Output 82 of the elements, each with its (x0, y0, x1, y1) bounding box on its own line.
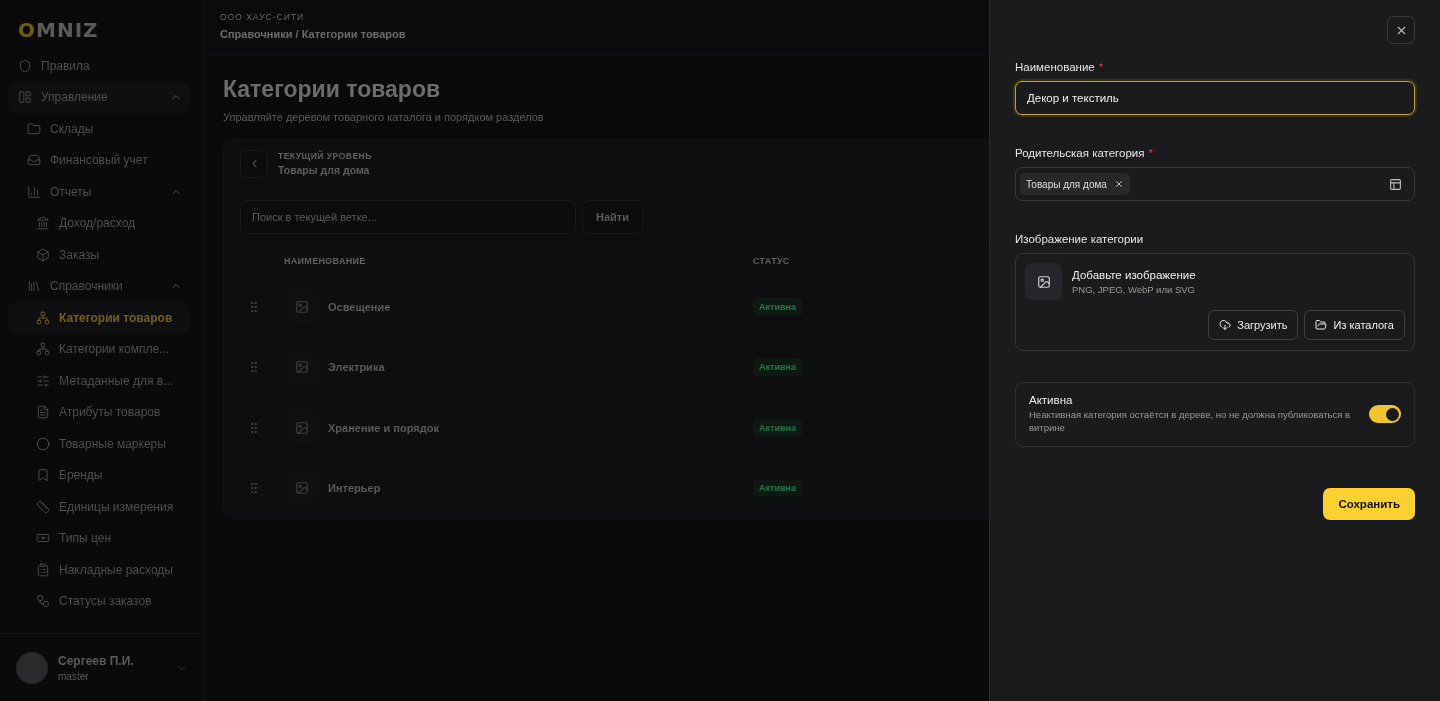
sidebar-item[interactable]: Накладные расходы (8, 554, 190, 586)
field-label: Изображение категории (1015, 233, 1145, 245)
sidebar-item[interactable]: Справочники (8, 270, 190, 302)
field-label: Родительская категория * (1015, 147, 1154, 159)
sidebar-item[interactable]: Метаданные для в... (8, 365, 190, 397)
status-badge: Активна (753, 358, 802, 377)
sliders-icon (36, 373, 50, 388)
save-button[interactable]: Сохранить (1323, 487, 1415, 520)
level-label: ТЕКУЩИЙ УРОВЕНЬ (278, 151, 372, 161)
sidebar-item[interactable]: Финансовый учет (8, 144, 190, 176)
inbox-icon (27, 153, 41, 168)
image-icon (294, 299, 309, 314)
box-icon (36, 247, 50, 262)
status-badge: Активна (753, 479, 802, 498)
image-icon (1036, 274, 1051, 289)
breadcrumb: Справочники / Категории товаров (220, 28, 406, 40)
category-name: Хранение и порядок (328, 421, 439, 434)
category-name: Электрика (328, 361, 385, 374)
column-header: НАИМЕНОВАНИЕ (284, 256, 366, 266)
user-name: Сергеев П.И. (58, 653, 135, 668)
parent-category-field[interactable]: Товары для дома (1015, 167, 1415, 201)
find-button[interactable]: Найти (582, 200, 643, 234)
bookmark-icon (36, 468, 50, 483)
sidebar-item[interactable]: Заказы (8, 239, 190, 271)
page-title: Категории товаров (223, 76, 441, 103)
setting-description: Неактивная категория остаётся в дереве, но не должна публиковаться в витрине (1029, 409, 1352, 435)
folder-icon (27, 121, 41, 136)
document-icon (36, 405, 50, 420)
workflow-icon (36, 594, 50, 609)
user-role: master (58, 670, 90, 682)
sidebar-item[interactable]: Типы цен (8, 522, 190, 554)
books-icon (27, 279, 41, 294)
remove-icon[interactable] (1113, 179, 1124, 189)
status-badge: Активна (753, 297, 802, 316)
category-name: Интерьер (328, 482, 381, 495)
bar-chart-icon (27, 184, 41, 199)
back-button[interactable] (240, 149, 268, 178)
sidebar-item[interactable]: Статусы заказов (8, 585, 190, 617)
image-icon (294, 360, 309, 375)
level-value: Товары для дома (278, 164, 371, 176)
upload-button[interactable]: Загрузить (1208, 310, 1299, 340)
folder-icon (1315, 319, 1328, 331)
sidebar-item[interactable]: Категории компле... (8, 333, 190, 365)
sidebar-item[interactable]: Единицы измерения (8, 491, 190, 523)
hierarchy-icon (36, 310, 50, 325)
image-icon (294, 420, 309, 435)
layout-icon[interactable] (1389, 177, 1402, 191)
upload-hint: PNG, JPEG, WebP или SVG (1072, 284, 1196, 295)
catalog-button[interactable]: Из каталога (1304, 310, 1405, 340)
sidebar-item[interactable]: Бренды (8, 459, 190, 491)
circle-icon (36, 436, 50, 451)
sidebar-item[interactable]: Товарные маркеры (8, 428, 190, 460)
page-subtitle: Управляйте деревом товарного каталога и порядком разделов (223, 111, 544, 123)
sidebar-item[interactable]: Склады (8, 113, 190, 145)
name-input-field[interactable]: Декор и текстиль (1015, 81, 1415, 115)
search-field[interactable]: Поиск в текущей ветке... (240, 200, 576, 234)
sidebar-item[interactable]: Атрибуты товаров (8, 396, 190, 428)
sidebar-item[interactable]: Правила (8, 50, 190, 82)
list-icon (36, 562, 50, 577)
bank-icon (36, 216, 50, 231)
category-name: Освещение (328, 300, 391, 313)
hierarchy-icon (36, 342, 50, 357)
sidebar-item[interactable]: Доход/расход (8, 207, 190, 239)
status-badge: Активна (753, 418, 802, 437)
category-tag: Товары для дома (1020, 173, 1130, 195)
layout-icon (18, 90, 32, 105)
sidebar-item[interactable]: Отчеты (8, 176, 190, 208)
avatar (16, 651, 48, 684)
column-header: СТАТУС (753, 256, 790, 266)
active-toggle[interactable] (1369, 405, 1401, 424)
shield-icon (18, 58, 32, 73)
ruler-icon (36, 499, 50, 514)
close-button[interactable] (1387, 16, 1415, 44)
setting-title: Активна (1029, 394, 1074, 406)
logo: OMNIZ (17, 17, 100, 44)
field-label: Наименование * (1015, 61, 1105, 73)
sidebar-item[interactable]: Управление (8, 81, 190, 113)
cloud-icon (1219, 319, 1232, 331)
sidebar-item[interactable]: Категории товаров (8, 302, 190, 334)
image-icon (294, 481, 309, 496)
upload-title: Добавьте изображение (1072, 269, 1196, 281)
organization-name: ООО ХАУС-СИТИ (220, 12, 305, 22)
